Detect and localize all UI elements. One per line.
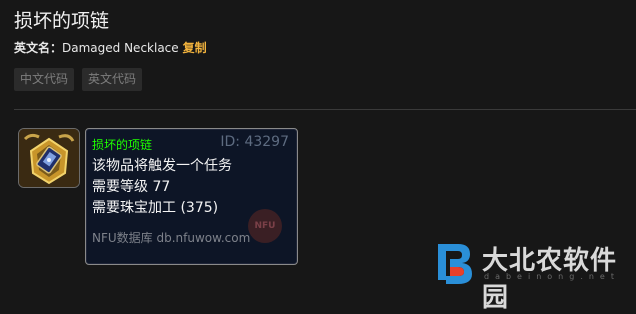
english-name-row: 英文名：Damaged Necklace 复制 — [14, 39, 207, 56]
nfu-logo: NFU — [248, 209, 282, 243]
divider — [14, 109, 636, 110]
tooltip-line: 需要等级 77 — [92, 179, 171, 195]
watermark-logo-icon — [438, 244, 472, 284]
watermark-url: dabeinong.net — [484, 272, 620, 281]
item-id: ID: 43297 — [220, 134, 289, 150]
english-name-label: 英文名： — [14, 41, 63, 55]
english-name-value: Damaged Necklace — [62, 41, 179, 55]
tooltip-source: NFU数据库 db.nfuwow.com — [92, 231, 251, 245]
item-tooltip: 损坏的项链 ID: 43297 该物品将触发一个任务 需要等级 77 需要珠宝加… — [85, 128, 298, 265]
code-buttons: 中文代码 英文代码 — [14, 68, 143, 91]
watermark: 大北农软件园 dabeinong.net — [436, 238, 636, 313]
page-title: 损坏的项链 — [14, 10, 110, 32]
copy-link[interactable]: 复制 — [183, 41, 207, 55]
item-name[interactable]: 损坏的项链 — [92, 136, 152, 153]
tooltip-line: 该物品将触发一个任务 — [92, 158, 232, 174]
necklace-icon — [19, 129, 79, 187]
tooltip-line: 需要珠宝加工 (375) — [92, 200, 219, 216]
chinese-code-button[interactable]: 中文代码 — [14, 68, 75, 91]
english-code-button[interactable]: 英文代码 — [82, 68, 143, 91]
item-icon — [18, 128, 80, 188]
